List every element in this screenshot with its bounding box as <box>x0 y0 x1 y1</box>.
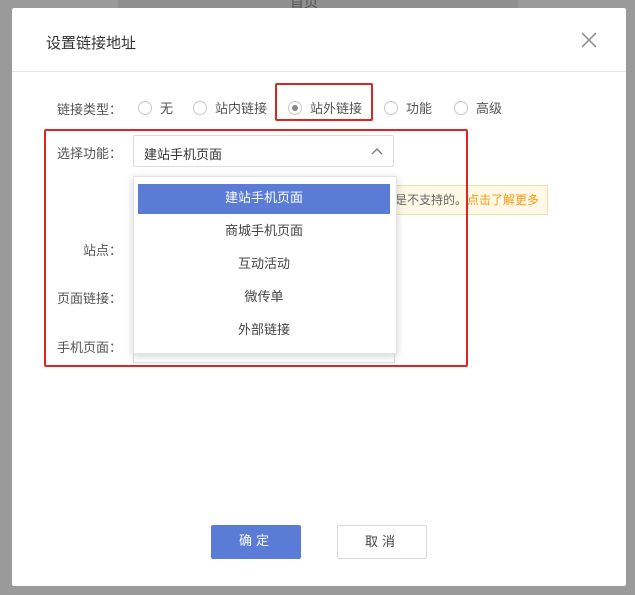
confirm-button[interactable]: 确定 <box>211 525 301 559</box>
radio-circle-icon <box>138 100 152 115</box>
dropdown-option-mall-mobile-page[interactable]: 商城手机页面 <box>138 217 390 247</box>
chevron-up-icon <box>371 148 383 155</box>
radio-external-link[interactable]: 站外链接 <box>288 98 362 117</box>
radio-label: 无 <box>160 102 174 117</box>
radio-checked-icon <box>288 100 302 115</box>
radio-advanced[interactable]: 高级 <box>454 98 502 117</box>
radio-label: 站外链接 <box>310 102 363 117</box>
dialog-title: 设置链接地址 <box>46 34 137 52</box>
dropdown-option-interactive-activity[interactable]: 互动活动 <box>138 250 390 280</box>
dropdown-option-mobile-site-page[interactable]: 建站手机页面 <box>138 184 390 214</box>
radio-label: 高级 <box>476 102 503 117</box>
background-page-strip <box>118 0 518 8</box>
page-link-label: 页面链接： <box>56 292 122 307</box>
radio-function[interactable]: 功能 <box>384 98 432 117</box>
radio-internal-link[interactable]: 站内链接 <box>193 98 267 117</box>
dropdown-option-external-link[interactable]: 外部链接 <box>138 316 390 346</box>
site-label: 站点： <box>82 244 122 259</box>
function-dropdown-menu: 建站手机页面 商城手机页面 互动活动 微传单 外部链接 <box>133 176 397 354</box>
tip-text: 是不支持的。 <box>395 193 468 207</box>
radio-circle-icon <box>384 100 398 115</box>
function-select-label: 选择功能： <box>56 147 122 162</box>
radio-label: 站内链接 <box>215 102 268 117</box>
radio-none[interactable]: 无 <box>138 98 173 117</box>
close-icon[interactable] <box>577 28 601 52</box>
mobile-page-label: 手机页面： <box>56 341 122 356</box>
dropdown-option-micro-flyer[interactable]: 微传单 <box>138 283 390 313</box>
dialog-header: 设置链接地址 <box>12 8 626 72</box>
radio-circle-icon <box>454 100 468 115</box>
function-select[interactable]: 建站手机页面 <box>133 135 394 167</box>
function-select-value: 建站手机页面 <box>144 148 223 163</box>
tip-notice: 是不支持的。点击了解更多 <box>395 185 548 215</box>
link-type-label: 链接类型： <box>56 103 122 118</box>
learn-more-link[interactable]: 点击了解更多 <box>467 193 539 207</box>
radio-label: 功能 <box>406 102 433 117</box>
link-settings-dialog: 设置链接地址 链接类型： 无 站内链接 站外链接 功能 高级 选择功能： 建站手… <box>12 8 626 586</box>
radio-circle-icon <box>193 100 207 115</box>
cancel-button[interactable]: 取消 <box>337 525 427 559</box>
